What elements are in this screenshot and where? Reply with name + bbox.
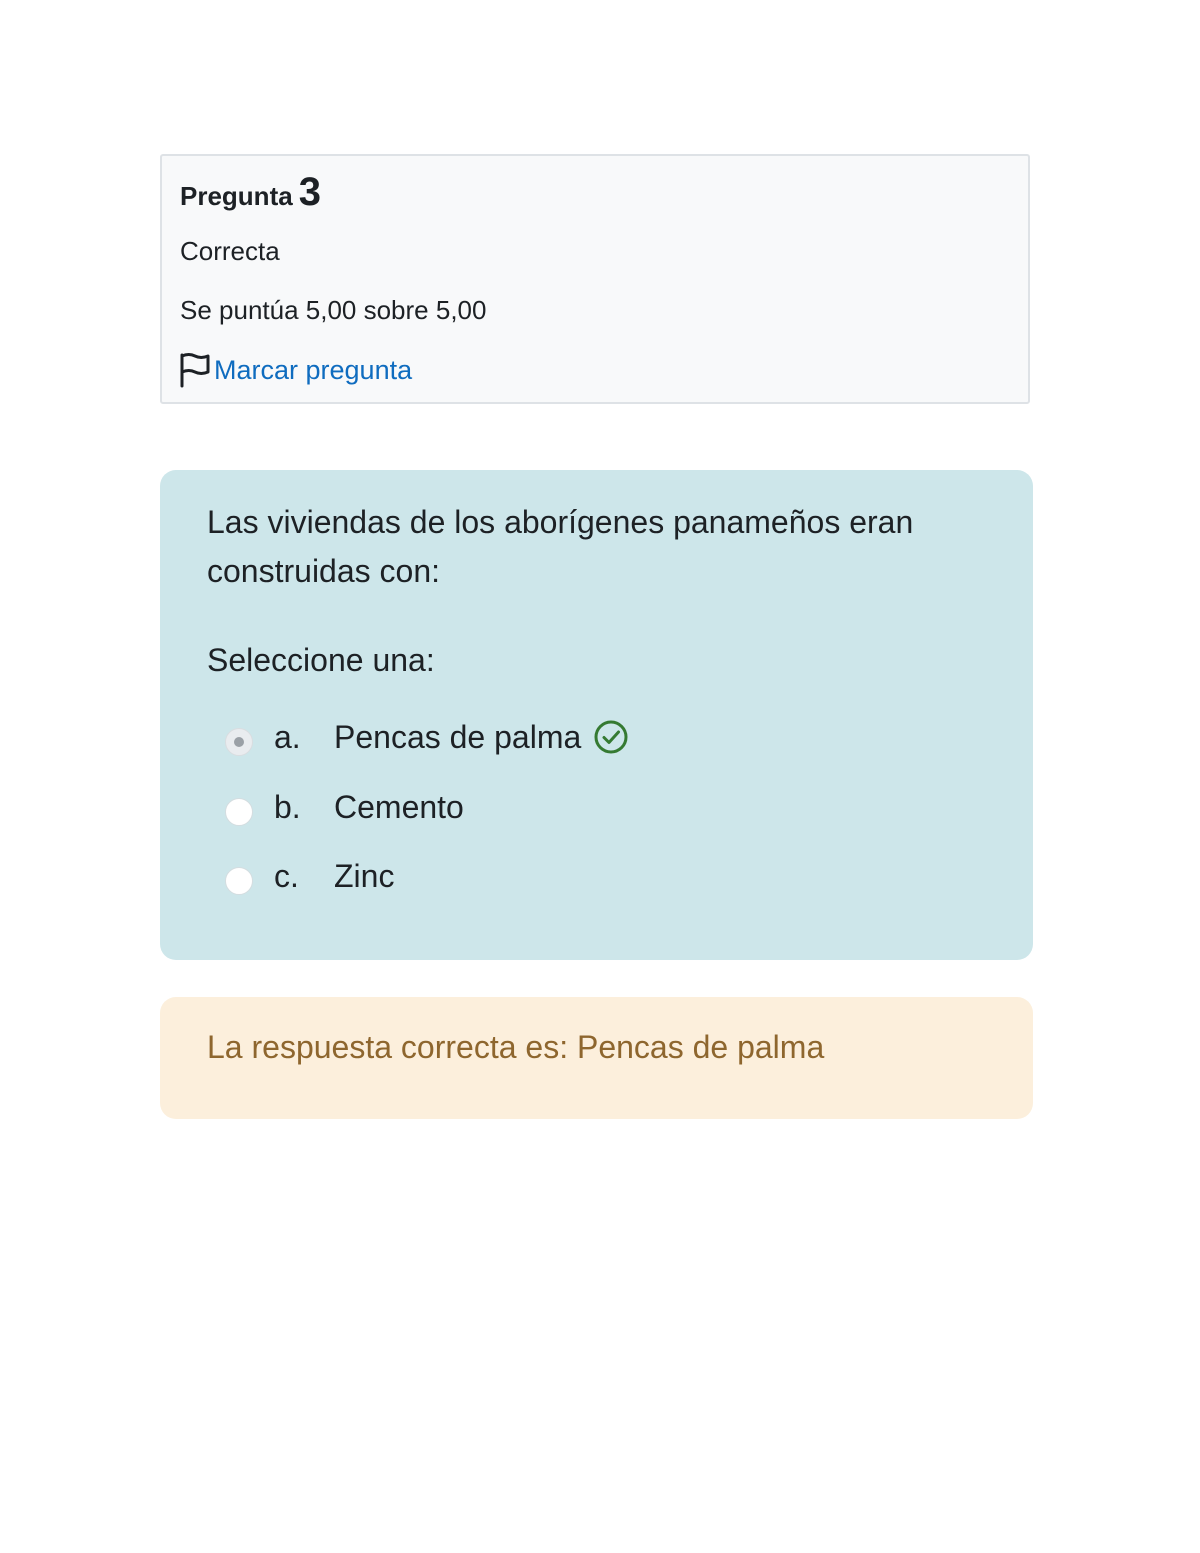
answer-letter-a: a. (274, 718, 301, 755)
question-state: Correcta (180, 236, 280, 266)
answer-text-b: Cemento (334, 788, 464, 825)
flag-question-link[interactable]: Marcar pregunta (178, 352, 412, 388)
answer-radio-b[interactable] (225, 798, 253, 826)
feedback-panel: La respuesta correcta es: Pencas de palm… (160, 997, 1033, 1119)
question-heading-label: Pregunta (180, 181, 293, 211)
check-circle-icon (594, 720, 628, 754)
answer-option-b[interactable]: b. Cemento (225, 783, 464, 831)
question-heading: Pregunta 3 (180, 170, 321, 215)
answer-option-a[interactable]: a. Pencas de palma (225, 713, 629, 761)
question-grade: Se puntúa 5,00 sobre 5,00 (180, 295, 487, 325)
answer-radio-a[interactable] (225, 728, 253, 756)
answer-letter-b: b. (274, 788, 301, 825)
answer-radio-c[interactable] (225, 867, 253, 895)
answer-prompt: Seleccione una: (207, 642, 435, 678)
answer-letter-c: c. (274, 857, 299, 894)
answer-text-a: Pencas de palma (334, 718, 582, 755)
flag-question-label[interactable]: Marcar pregunta (214, 355, 412, 386)
answer-text-c: Zinc (334, 857, 395, 894)
question-text: Las viviendas de los aborígenes panameño… (207, 504, 914, 589)
question-content-panel: Las viviendas de los aborígenes panameño… (160, 470, 1033, 960)
question-number: 3 (298, 170, 321, 214)
answer-option-c[interactable]: c. Zinc (225, 852, 394, 900)
flag-icon (180, 353, 210, 388)
right-answer-text: La respuesta correcta es: Pencas de palm… (207, 1029, 825, 1065)
question-info-panel: Pregunta 3 Correcta Se puntúa 5,00 sobre … (160, 154, 1030, 404)
